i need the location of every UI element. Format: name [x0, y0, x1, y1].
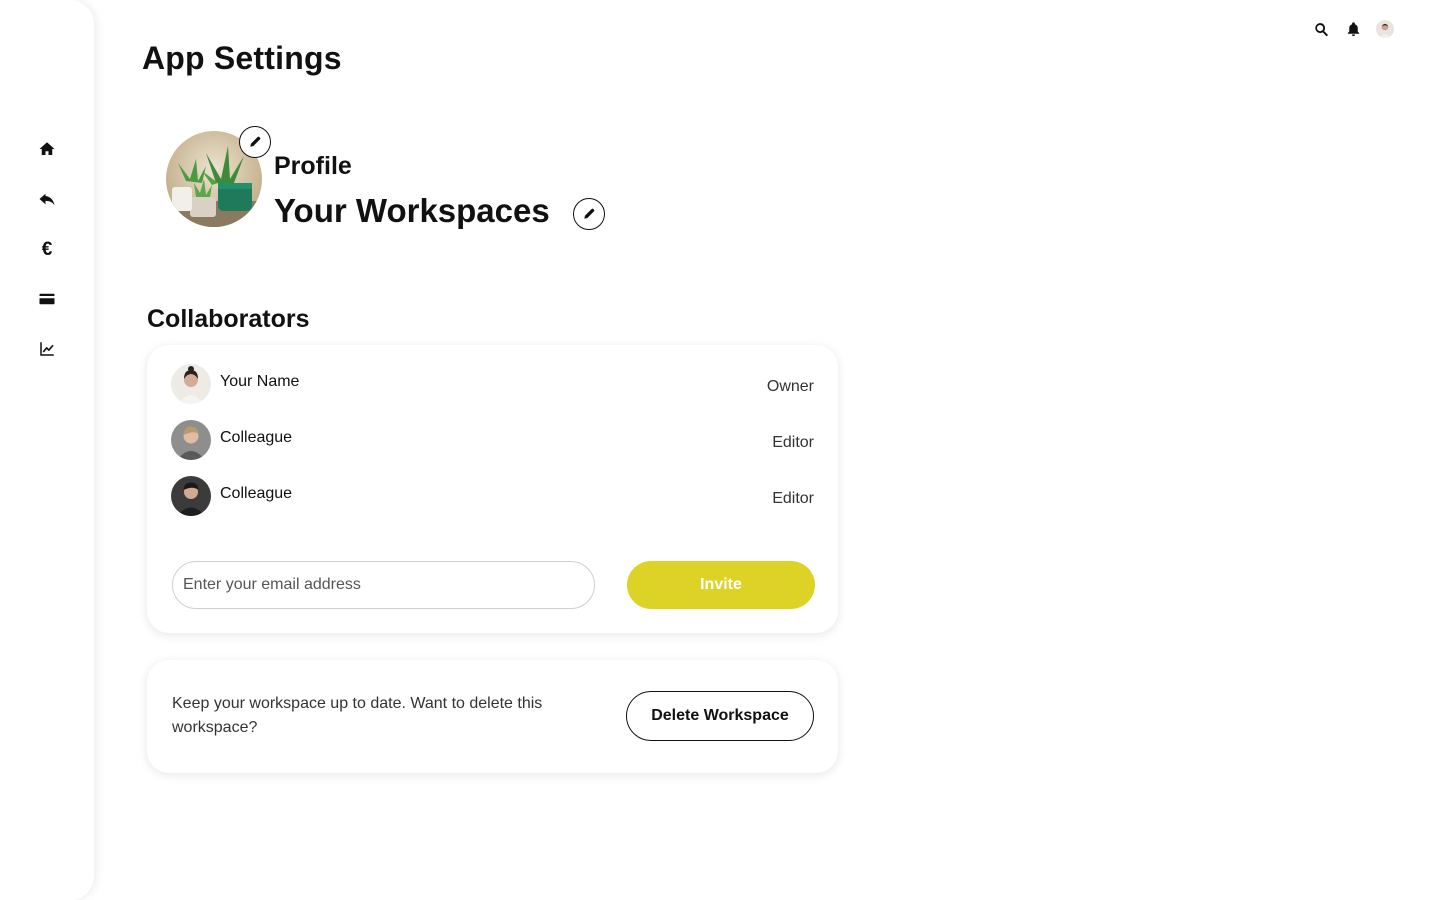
euro-icon: € — [41, 238, 53, 260]
collaborator-name: Your Name — [220, 373, 300, 390]
credit-card-icon — [39, 293, 55, 305]
workspace-name: Your Workspaces — [274, 192, 550, 229]
collaborator-row: Colleague Editor — [171, 476, 814, 516]
collaborator-role: Editor — [772, 490, 814, 507]
sidebar-item-currency[interactable]: € — [33, 235, 61, 263]
edit-avatar-button[interactable] — [239, 126, 271, 158]
page-title: App Settings — [142, 40, 342, 76]
bell-icon — [1347, 21, 1359, 36]
email-input[interactable] — [172, 561, 595, 609]
collaborator-role: Editor — [772, 434, 814, 451]
chart-line-icon — [40, 342, 54, 356]
collaborator-avatar — [171, 364, 211, 404]
notifications-button[interactable] — [1344, 20, 1362, 38]
profile-label: Profile — [274, 152, 352, 180]
sidebar: € — [0, 0, 94, 900]
collaborator-role: Owner — [766, 378, 814, 395]
sidebar-item-back[interactable] — [33, 185, 61, 213]
collaborators-title: Collaborators — [147, 305, 310, 333]
user-avatar[interactable] — [1376, 20, 1394, 38]
delete-workspace-text: Keep your workspace up to date. Want to … — [172, 695, 543, 736]
sidebar-item-cards[interactable] — [33, 285, 61, 313]
collaborator-row: Colleague Editor — [171, 420, 814, 460]
pencil-icon — [584, 208, 595, 219]
collaborator-name: Colleague — [220, 429, 293, 446]
topbar — [1312, 20, 1394, 38]
search-icon — [1314, 22, 1328, 36]
edit-workspace-name-button[interactable] — [573, 198, 605, 230]
collaborators-card: Your Name Owner Colleague Editor Colleag… — [147, 345, 838, 633]
reply-icon — [39, 193, 55, 206]
pencil-icon — [250, 136, 261, 147]
search-button[interactable] — [1312, 20, 1330, 38]
sidebar-item-home[interactable] — [33, 135, 61, 163]
sidebar-item-analytics[interactable] — [33, 335, 61, 363]
delete-workspace-card: Keep your workspace up to date. Want to … — [147, 660, 838, 773]
collaborator-avatar — [171, 476, 211, 516]
invite-button[interactable]: Invite — [627, 561, 815, 609]
delete-workspace-button[interactable]: Delete Workspace — [626, 691, 814, 741]
collaborator-avatar — [171, 420, 211, 460]
collaborator-name: Colleague — [220, 485, 293, 502]
home-icon — [39, 142, 55, 155]
collaborator-row: Your Name Owner — [171, 364, 814, 404]
